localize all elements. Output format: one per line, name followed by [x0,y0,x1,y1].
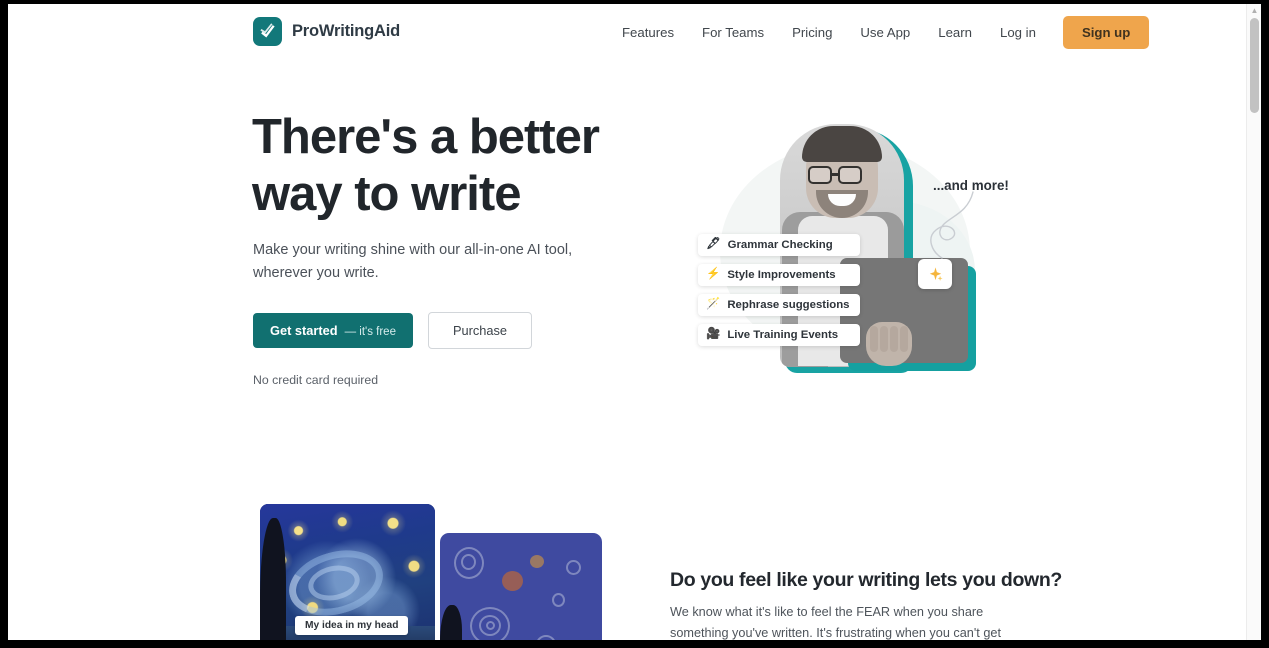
doodle-spiral [536,635,556,640]
quill-pen-icon: 🖋 [706,238,721,251]
section-title: Do you feel like your writing lets you d… [670,569,1062,591]
site-logo[interactable]: ProWritingAid [253,17,400,46]
finger [890,326,898,352]
doodle-spiral [461,554,476,570]
film-camera-icon: 🎥 [706,328,721,341]
feature-chip-list: 🖋 Grammar Checking ⚡ Style Improvements … [698,234,860,346]
finger [900,326,908,352]
painting-caption: My idea in my head [295,616,409,635]
nav-link-pricing[interactable]: Pricing [778,25,846,40]
webpage: ProWritingAid Features For Teams Pricing… [8,4,1246,640]
lightning-bolt-icon: ⚡ [706,268,721,281]
finger [870,326,878,352]
hero-illustration: ...and more! 🖋 Grammar Checking ⚡ Style … [680,116,1010,388]
finger [880,326,888,352]
prowritingaid-logo-icon [253,17,282,46]
doodle-blob [530,555,544,568]
get-started-suffix: — it's free [344,326,396,338]
feature-chip-label: Live Training Events [727,329,839,341]
scrollbar-thumb[interactable] [1250,18,1259,113]
purchase-button[interactable]: Purchase [427,312,533,349]
person-hand [866,322,912,366]
nav-link-features[interactable]: Features [608,25,688,40]
scroll-up-arrow-icon[interactable]: ▲ [1250,6,1259,15]
painting-cypress-tree [260,518,286,640]
feature-chip-live-training-events: 🎥 Live Training Events [698,324,860,346]
hero-title-line-2: way to write [252,167,521,221]
glasses-lens-left [808,166,832,184]
glasses-lens-right [838,166,862,184]
feature-chip-grammar-checking: 🖋 Grammar Checking [698,234,860,256]
doodle-spiral [566,560,581,575]
nav-link-learn[interactable]: Learn [924,25,986,40]
main-navigation: Features For Teams Pricing Use App Learn… [608,4,1150,60]
feature-chip-rephrase-suggestions: 🪄 Rephrase suggestions [698,294,860,316]
feature-chip-label: Rephrase suggestions [727,299,850,311]
section-body: We know what it's like to feel the FEAR … [670,605,1001,640]
sign-up-button[interactable]: Sign up [1062,15,1150,49]
no-credit-card-note: No credit card required [253,373,379,387]
get-started-button[interactable]: Get started — it's free [253,313,413,348]
feature-chip-style-improvements: ⚡ Style Improvements [698,264,860,286]
site-header: ProWritingAid Features For Teams Pricing… [8,4,1246,60]
doodle-spiral [552,593,565,607]
feature-chip-label: Grammar Checking [727,239,833,251]
hero-subtitle: Make your writing shine with our all-in-… [253,242,573,281]
vertical-scrollbar[interactable]: ▲ [1246,4,1261,640]
magic-wand-icon: 🪄 [706,298,721,311]
browser-viewport: ProWritingAid Features For Teams Pricing… [8,4,1261,640]
get-started-label: Get started [270,323,338,338]
glasses-bridge [832,173,840,176]
sparkles-icon [918,259,952,289]
hero-title: There's a better way to write [252,109,652,223]
starry-night-painting: My idea in my head [260,504,435,640]
logo-wordmark: ProWritingAid [292,22,401,40]
crude-sketch-panel [440,533,602,640]
curly-pointer-line [930,191,974,259]
hero-title-line-1: There's a better [252,110,600,164]
hero-cta-row: Get started — it's free Purchase [253,312,533,349]
nav-link-use-app[interactable]: Use App [846,25,924,40]
nav-link-log-in[interactable]: Log in [986,25,1050,40]
nav-link-for-teams[interactable]: For Teams [688,25,778,40]
sketch-cypress-tree [440,605,462,640]
feature-chip-label: Style Improvements [727,269,836,281]
person-hair [802,126,882,162]
doodle-spiral [486,621,495,630]
doodle-blob [502,571,523,591]
